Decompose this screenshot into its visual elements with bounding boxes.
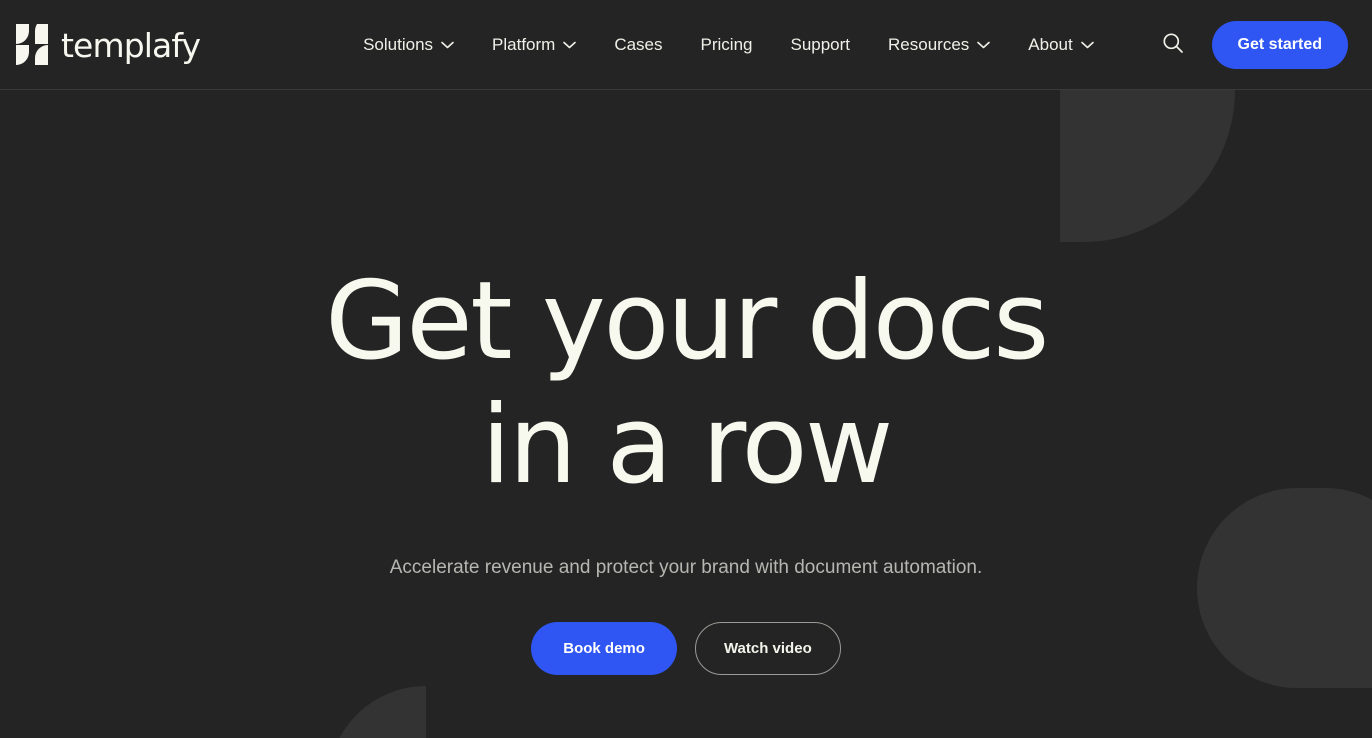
watch-video-button[interactable]: Watch video (694, 622, 841, 675)
chevron-down-icon (1080, 41, 1094, 49)
header-actions: Get started (1156, 20, 1348, 69)
nav-item-pricing[interactable]: Pricing (682, 26, 772, 63)
search-icon (1162, 32, 1184, 57)
nav-item-label: Cases (614, 35, 663, 54)
templafy-leaf-logo-icon (16, 24, 48, 65)
chevron-down-icon (441, 41, 454, 49)
hero-section: Get your docs in a row Accelerate revenu… (0, 90, 1372, 738)
nav-item-about[interactable]: About (1009, 26, 1112, 63)
book-demo-button[interactable]: Book demo (531, 622, 677, 675)
chevron-down-icon (563, 41, 577, 49)
nav-item-solutions[interactable]: Solutions (344, 26, 473, 63)
nav-item-support[interactable]: Support (771, 26, 869, 63)
logo-link[interactable]: templafy (16, 24, 201, 65)
nav-item-label: Pricing (700, 35, 753, 54)
page-root: templafy Solutions Platform Cases Pricin… (0, 0, 1372, 738)
nav-item-label: Resources (888, 35, 970, 54)
hero-headline: Get your docs in a row (186, 260, 1186, 508)
hero-cta-group: Book demo Watch video (531, 622, 841, 675)
site-header: templafy Solutions Platform Cases Pricin… (0, 0, 1372, 90)
hero-headline-line-2: in a row (481, 383, 893, 508)
search-button[interactable] (1156, 28, 1190, 62)
get-started-button[interactable]: Get started (1211, 20, 1348, 69)
logo-wordmark: templafy (61, 25, 201, 65)
nav-item-label: Platform (492, 35, 556, 54)
hero-headline-line-1: Get your docs (325, 259, 1049, 384)
nav-item-label: Support (790, 35, 851, 54)
chevron-down-icon (977, 41, 991, 49)
main-navigation: Solutions Platform Cases Pricing Support (344, 26, 1113, 63)
nav-item-platform[interactable]: Platform (473, 26, 595, 63)
nav-item-label: Solutions (363, 35, 434, 54)
nav-item-label: About (1028, 35, 1073, 54)
nav-item-cases[interactable]: Cases (595, 26, 681, 63)
hero-subheading: Accelerate revenue and protect your bran… (389, 557, 983, 578)
nav-item-resources[interactable]: Resources (869, 26, 1009, 63)
